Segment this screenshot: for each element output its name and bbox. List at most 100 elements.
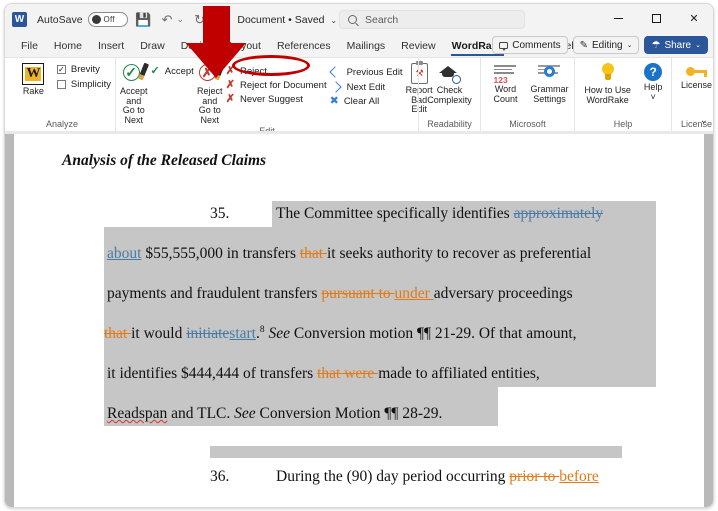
- app-root: W AutoSave Off 💾 ↶ ⌄ ↻ ≡ Document • Save…: [0, 0, 718, 511]
- maximize-button[interactable]: [637, 4, 675, 33]
- ribbon-group-analyze: W Rake ✓ Brevity Simplicity Analyze: [9, 58, 115, 131]
- p35-l3-deletion: pursuant to: [321, 285, 395, 302]
- autosave-state: Off: [103, 15, 115, 24]
- tab-mailings[interactable]: Mailings: [339, 38, 394, 54]
- never-suggest-button[interactable]: ✗ Never Suggest: [226, 94, 327, 106]
- reject-and-go-to-next-label-line1: Reject and: [197, 86, 223, 106]
- paragraph-35-line-5: it identifies $444,444 of transfers that…: [107, 366, 540, 382]
- editing-label: Editing: [592, 39, 623, 51]
- collapse-ribbon-icon[interactable]: ⌄: [700, 115, 708, 126]
- document-area[interactable]: Analysis of the Released Claims 35. The …: [5, 131, 713, 507]
- brevity-label: Brevity: [70, 64, 100, 75]
- ribbon-group-microsoft: 123 Word Count Grammar Settings Microsof…: [480, 58, 574, 131]
- p35-l3-text-a: payments and fraudulent transfers: [107, 285, 322, 302]
- p35-l2-deletion: that: [299, 245, 327, 262]
- tab-insert[interactable]: Insert: [90, 38, 132, 54]
- word-count-button[interactable]: 123 Word Count: [485, 61, 526, 104]
- share-icon: ☂: [651, 39, 661, 51]
- search-placeholder: Search: [365, 13, 399, 26]
- p35-l4-insertion: start: [229, 325, 256, 343]
- next-edit-label: Next Edit: [346, 81, 386, 93]
- group-title-license: License: [680, 119, 713, 129]
- clear-all-label: Clear All: [343, 96, 380, 107]
- p35-l2-text-a: $55,555,000 in transfers: [141, 245, 300, 262]
- p35-l4-deletion-2: initiate: [186, 325, 230, 343]
- tab-draw[interactable]: Draw: [132, 38, 173, 54]
- help-button[interactable]: ? Help ˅: [639, 61, 667, 102]
- p35-l6-misspelled-word[interactable]: Readspan: [107, 405, 167, 422]
- ribbon-group-help: How to Use WordRake ? Help ˅ Help: [574, 58, 671, 131]
- p35-l4-footnote-marker[interactable]: 8: [260, 325, 265, 335]
- selection-band: [210, 446, 622, 458]
- share-button[interactable]: ☂ Share ⌄: [644, 36, 708, 54]
- reject-for-document-icon: ✗: [225, 79, 235, 91]
- p35-l5-text-a: it identifies $444,444 of transfers: [107, 365, 318, 382]
- next-edit-button[interactable]: Next Edit: [330, 81, 403, 93]
- accept-icon: ✓: [150, 65, 160, 77]
- word-count-label-line2: Count: [493, 93, 518, 104]
- accept-and-go-to-next-button[interactable]: ✓ Accept and Go to Next: [120, 61, 149, 126]
- check-complexity-label-line2: Complexity: [427, 94, 472, 105]
- red-ellipse-annotation: [232, 55, 310, 76]
- undo-icon[interactable]: ↶: [159, 11, 176, 28]
- how-to-use-wordrake-button[interactable]: How to Use WordRake: [579, 61, 636, 105]
- undo-dropdown-caret-icon[interactable]: ⌄: [177, 14, 185, 25]
- paragraph-35-line-4: that it would initiatestart.8 See Conver…: [104, 325, 577, 343]
- ribbon-tabs: File Home Insert Draw Design Layout Refe…: [5, 35, 713, 57]
- analyze-options: ✓ Brevity Simplicity: [56, 61, 111, 90]
- group-title-readability: Readability: [427, 119, 472, 129]
- autosave-label: AutoSave: [37, 13, 83, 26]
- accept-and-go-to-next-label-line2: Go to Next: [122, 105, 145, 126]
- rake-button[interactable]: W Rake: [13, 61, 54, 97]
- check-complexity-button[interactable]: Check Complexity: [423, 61, 476, 105]
- comments-label: Comments: [512, 39, 561, 51]
- paragraph-36-line-1: During the (90) day period occurring pri…: [276, 469, 599, 485]
- share-label: Share: [664, 39, 692, 51]
- search-input[interactable]: Search: [339, 10, 525, 29]
- p35-l6-text-a: and TLC.: [167, 405, 235, 422]
- comments-button[interactable]: Comments: [492, 36, 568, 54]
- tab-review[interactable]: Review: [393, 38, 443, 54]
- tab-file[interactable]: File: [13, 38, 46, 54]
- chevron-down-icon[interactable]: ⌄: [627, 41, 633, 49]
- close-button[interactable]: ✕: [675, 4, 713, 33]
- minimize-button[interactable]: [599, 4, 637, 33]
- check-complexity-icon: [438, 63, 462, 84]
- word-count-icon: 123: [493, 63, 518, 85]
- save-icon[interactable]: 💾: [135, 11, 152, 28]
- p35-l1-text: The Committee specifically identifies: [276, 205, 514, 222]
- clear-all-icon: ✖: [329, 95, 339, 107]
- how-to-use-wordrake-icon: [597, 63, 619, 84]
- p35-l6-text-b: Conversion Motion ¶¶ 28-29.: [255, 405, 443, 422]
- rake-icon: W: [22, 63, 45, 85]
- previous-edit-icon: [330, 66, 342, 78]
- brevity-checkbox-box: ✓: [56, 64, 66, 74]
- share-chevron-down-icon[interactable]: ⌄: [695, 41, 701, 49]
- license-label: License: [680, 80, 713, 90]
- simplicity-checkbox[interactable]: Simplicity: [56, 79, 111, 90]
- document-title-chevron-icon[interactable]: ⌄: [330, 16, 337, 25]
- document-page[interactable]: Analysis of the Released Claims 35. The …: [14, 134, 704, 507]
- autosave-toggle[interactable]: Off: [87, 12, 128, 27]
- license-button[interactable]: License: [676, 61, 713, 91]
- grammar-settings-button[interactable]: Grammar Settings: [529, 61, 570, 104]
- tab-home[interactable]: Home: [46, 38, 90, 54]
- brevity-checkbox[interactable]: ✓ Brevity: [56, 64, 111, 75]
- paragraph-35-line-1: The Committee specifically identifies ap…: [276, 206, 603, 222]
- word-window: W AutoSave Off 💾 ↶ ⌄ ↻ ≡ Document • Save…: [4, 3, 714, 508]
- editing-mode-button[interactable]: ✎ Editing ⌄: [572, 36, 640, 54]
- previous-edit-button[interactable]: Previous Edit: [330, 66, 403, 78]
- grammar-settings-icon: [537, 63, 562, 83]
- clear-all-button[interactable]: ✖ Clear All: [329, 95, 403, 108]
- tab-references[interactable]: References: [269, 38, 339, 54]
- tabstrip-right-actions: Comments ✎ Editing ⌄ ☂ Share ⌄: [492, 36, 708, 54]
- p35-l4-text-d: Conversion motion ¶¶ 21-29. Of that amou…: [290, 325, 577, 343]
- paragraph-35-line-2: about $55,555,000 in transfers that it s…: [107, 246, 591, 262]
- help-caret-icon[interactable]: ˅: [651, 92, 656, 103]
- reject-for-document-button[interactable]: ✗ Reject for Document: [225, 79, 327, 92]
- p36-l1-insertion: before: [559, 468, 599, 485]
- paragraph-36-number: 36.: [210, 468, 230, 485]
- p35-l4-text-a: it would: [131, 325, 187, 343]
- document-heading: Analysis of the Released Claims: [62, 152, 267, 169]
- paragraph-35-line-6: Readspan and TLC. See Conversion Motion …: [107, 406, 442, 422]
